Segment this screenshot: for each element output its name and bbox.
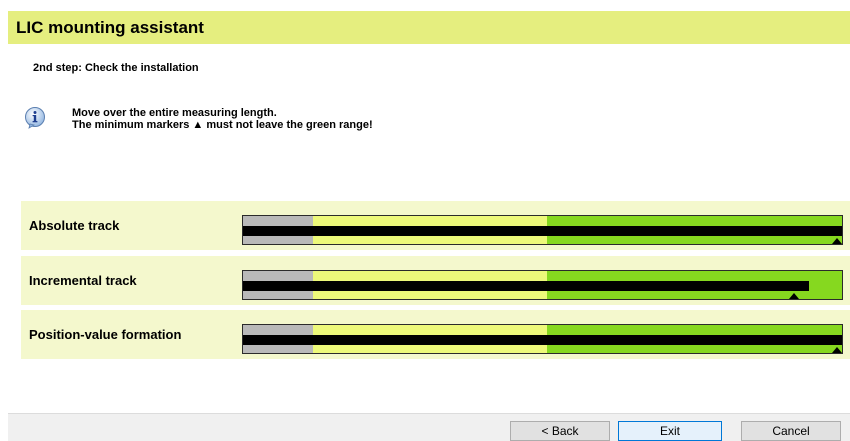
- back-button[interactable]: < Back: [510, 421, 610, 441]
- info-icon: [25, 107, 45, 129]
- info-line-1: Move over the entire measuring length.: [72, 107, 277, 119]
- minimum-marker: [832, 347, 842, 353]
- signal-bar: [242, 324, 843, 354]
- signal-bar: [242, 215, 843, 245]
- track-row-absolute: Absolute track: [21, 201, 850, 250]
- track-label: Position-value formation: [29, 327, 182, 342]
- cancel-button[interactable]: Cancel: [741, 421, 841, 441]
- button-bar: [8, 413, 850, 441]
- signal-bar: [242, 270, 843, 300]
- signal-level: [243, 226, 842, 236]
- info-line-2: The minimum markers ▲ must not leave the…: [72, 119, 373, 131]
- step-label: 2nd step: Check the installation: [33, 62, 199, 74]
- track-row-position-value: Position-value formation: [21, 310, 850, 359]
- track-label: Absolute track: [29, 218, 120, 233]
- signal-level: [243, 335, 842, 345]
- exit-button[interactable]: Exit: [618, 421, 722, 441]
- app-title: LIC mounting assistant: [16, 18, 204, 37]
- header-bar: LIC mounting assistant: [8, 11, 850, 44]
- minimum-marker: [789, 293, 800, 299]
- track-label: Incremental track: [29, 273, 137, 288]
- track-row-incremental: Incremental track: [21, 256, 850, 305]
- info-message: Move over the entire measuring length. T…: [72, 107, 373, 131]
- minimum-marker: [832, 238, 842, 244]
- signal-level: [243, 281, 810, 291]
